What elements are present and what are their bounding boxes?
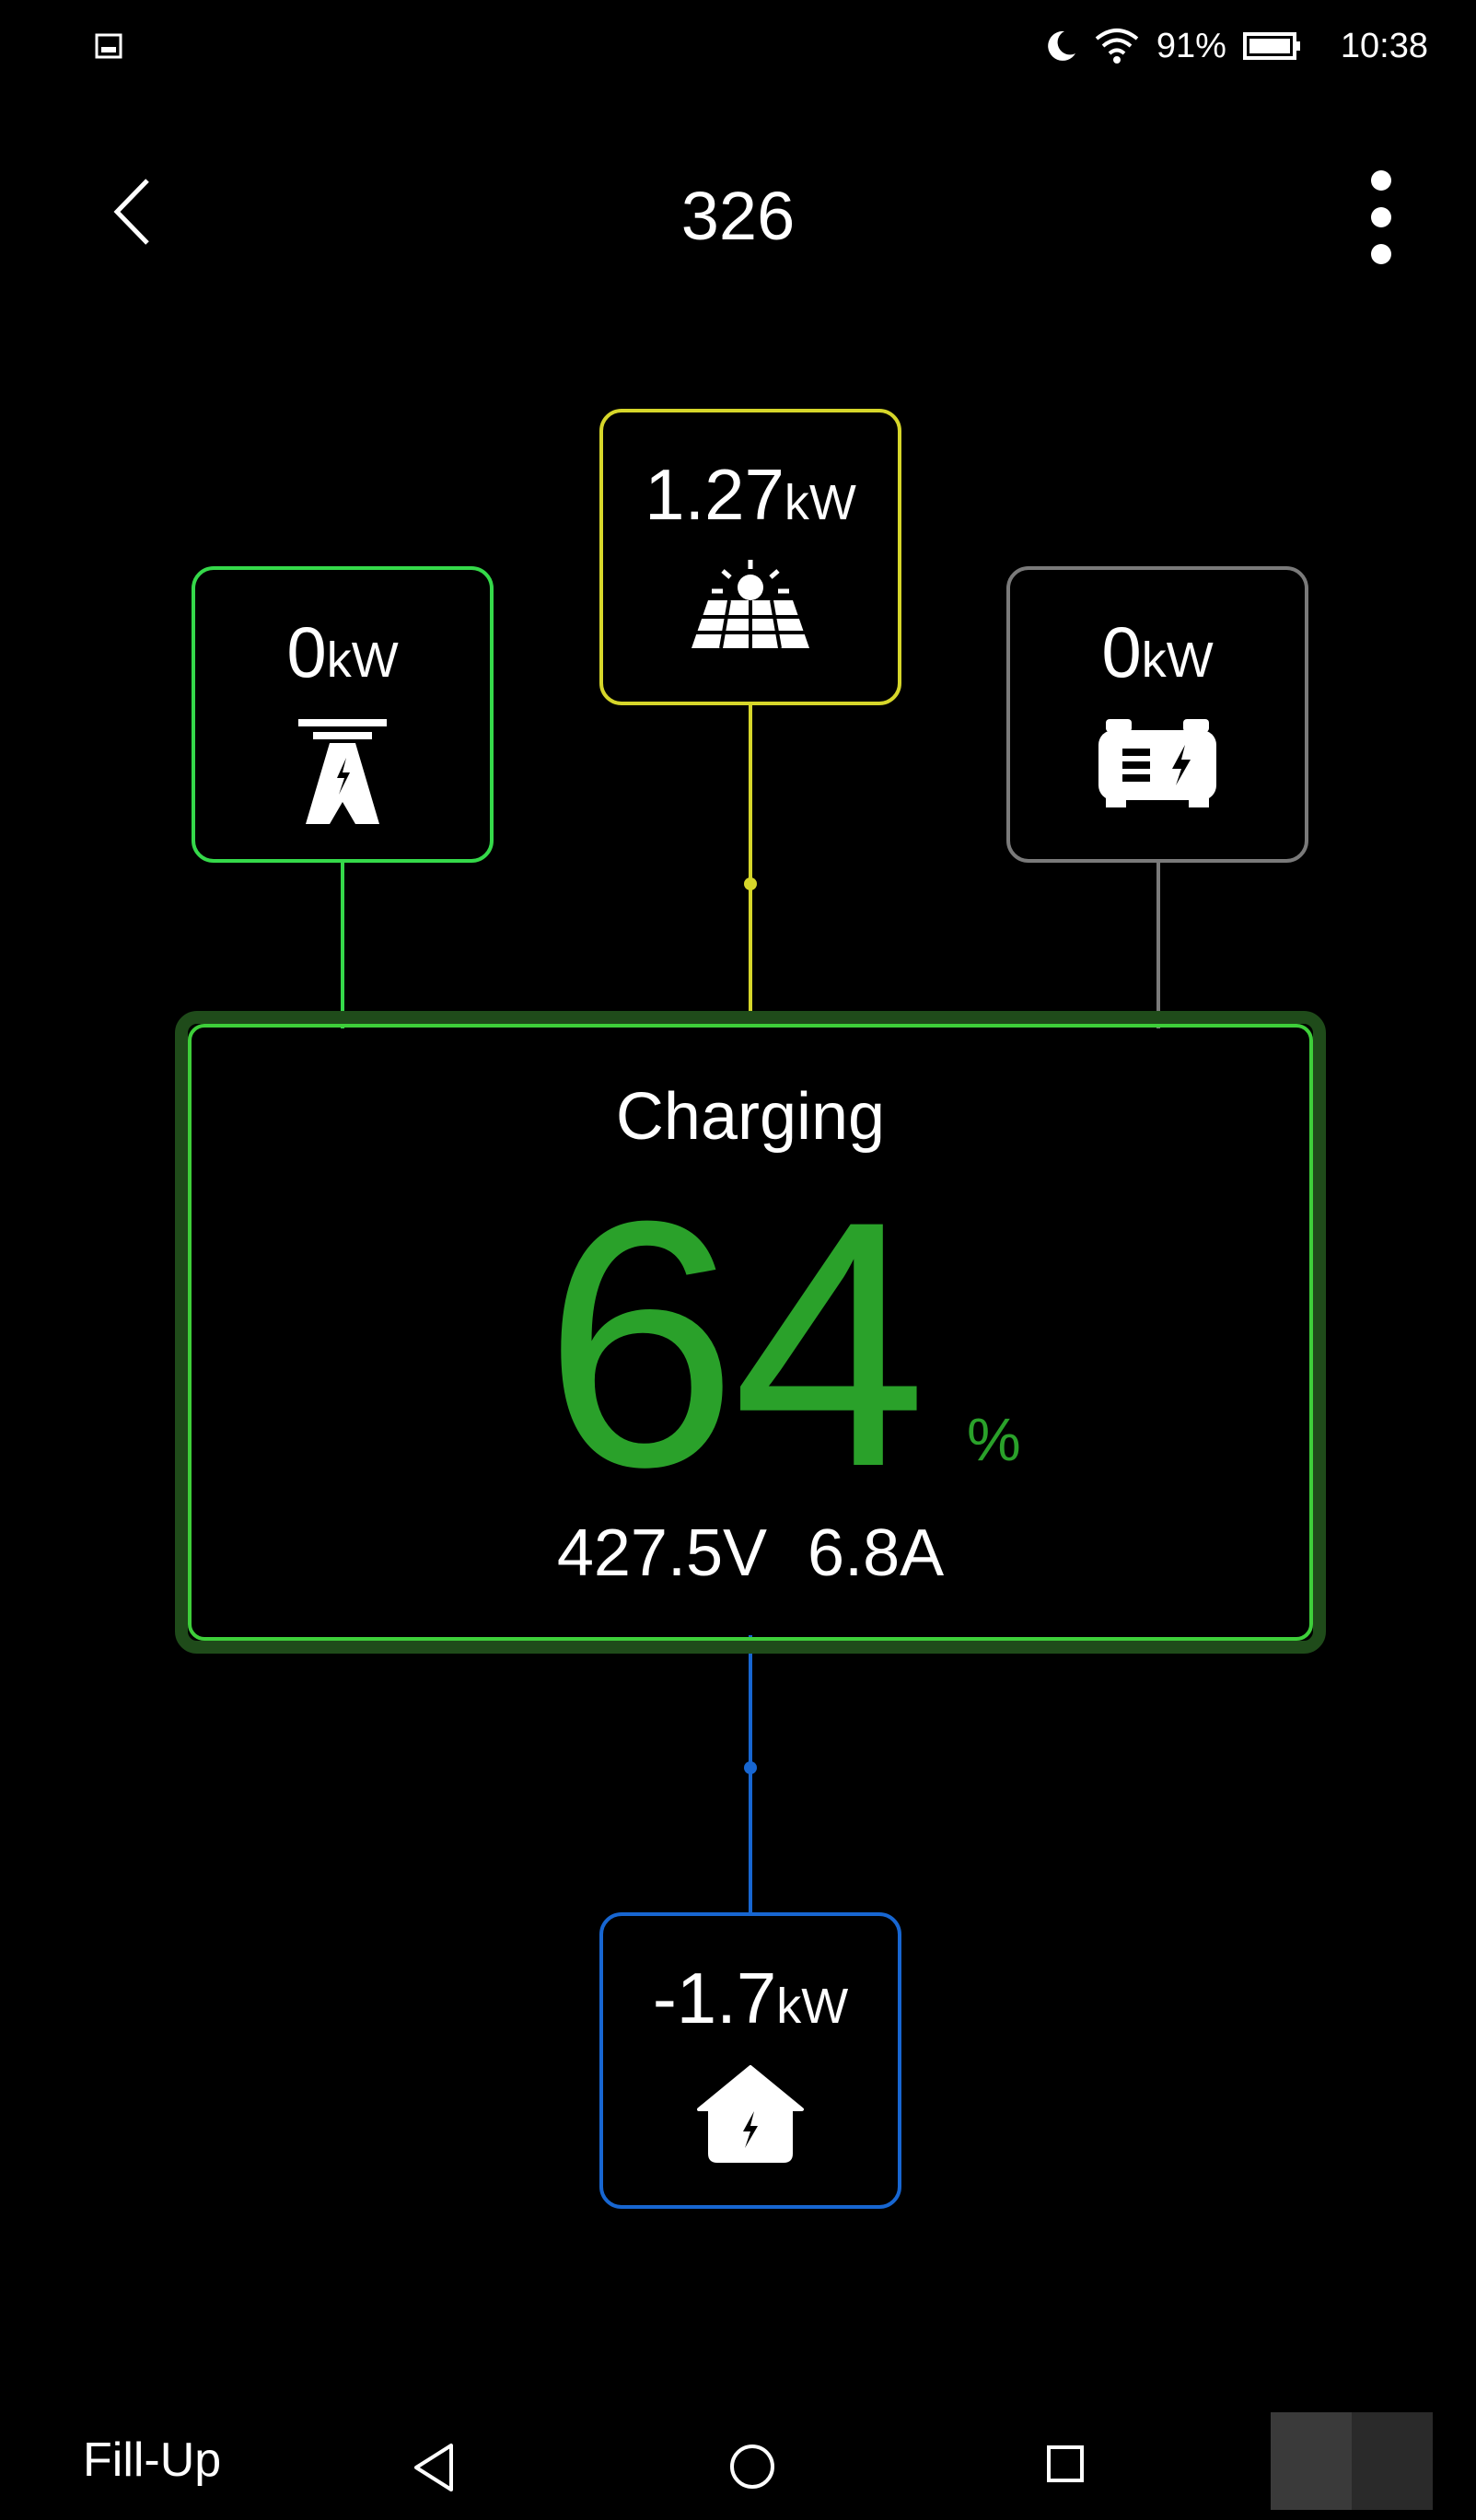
grid-connector xyxy=(341,863,344,1028)
battery-voltage: 427.5V xyxy=(556,1516,768,1590)
nav-recents-icon[interactable] xyxy=(1045,2444,1086,2484)
do-not-disturb-moon-icon xyxy=(1048,30,1075,61)
generator-power: 0kW xyxy=(1101,611,1214,692)
app-bar: 326 xyxy=(0,138,1476,295)
image-notification-icon xyxy=(95,33,122,59)
state-of-charge-unit: % xyxy=(967,1405,1021,1473)
nav-home-icon[interactable] xyxy=(727,2442,777,2491)
battery-current: 6.8A xyxy=(808,1516,945,1590)
navigation-bar: Fill-Up xyxy=(0,2385,1476,2520)
more-options-icon[interactable] xyxy=(1349,162,1413,273)
grid-power: 0kW xyxy=(286,611,399,692)
wifi-icon xyxy=(1095,29,1139,64)
page-title: 326 xyxy=(680,178,796,254)
fill-up-label[interactable]: Fill-Up xyxy=(83,2433,221,2488)
battery-percent: 91% xyxy=(1156,26,1226,65)
home-icon xyxy=(697,2065,804,2163)
state-of-charge: 64 xyxy=(543,1148,927,1539)
battery-readings: 427.5V 6.8A xyxy=(188,1515,1313,1591)
generator-card[interactable]: 0kW xyxy=(1006,566,1308,863)
grid-card[interactable]: 0kW xyxy=(192,566,494,863)
home-load-card[interactable]: -1.7kW xyxy=(599,1912,901,2209)
solar-panel-icon xyxy=(692,560,809,649)
solar-power: 1.27kW xyxy=(645,454,856,535)
solar-flow-dot xyxy=(744,877,757,890)
battery-status: Charging xyxy=(615,1080,886,1154)
solar-connector xyxy=(749,705,752,1028)
home-power: -1.7kW xyxy=(652,1957,849,2038)
status-bar: 91% 10:38 xyxy=(0,0,1476,92)
home-connector xyxy=(749,1635,752,1913)
nav-back-icon[interactable] xyxy=(411,2440,457,2495)
generator-icon xyxy=(1098,719,1216,807)
solar-card[interactable]: 1.27kW xyxy=(599,409,901,705)
generator-connector xyxy=(1156,863,1160,1028)
clock: 10:38 xyxy=(1340,26,1428,65)
battery-icon xyxy=(1242,32,1300,60)
recent-app-thumbnail[interactable] xyxy=(1271,2412,1433,2510)
home-flow-dot xyxy=(744,1761,757,1774)
power-tower-icon xyxy=(298,719,387,824)
